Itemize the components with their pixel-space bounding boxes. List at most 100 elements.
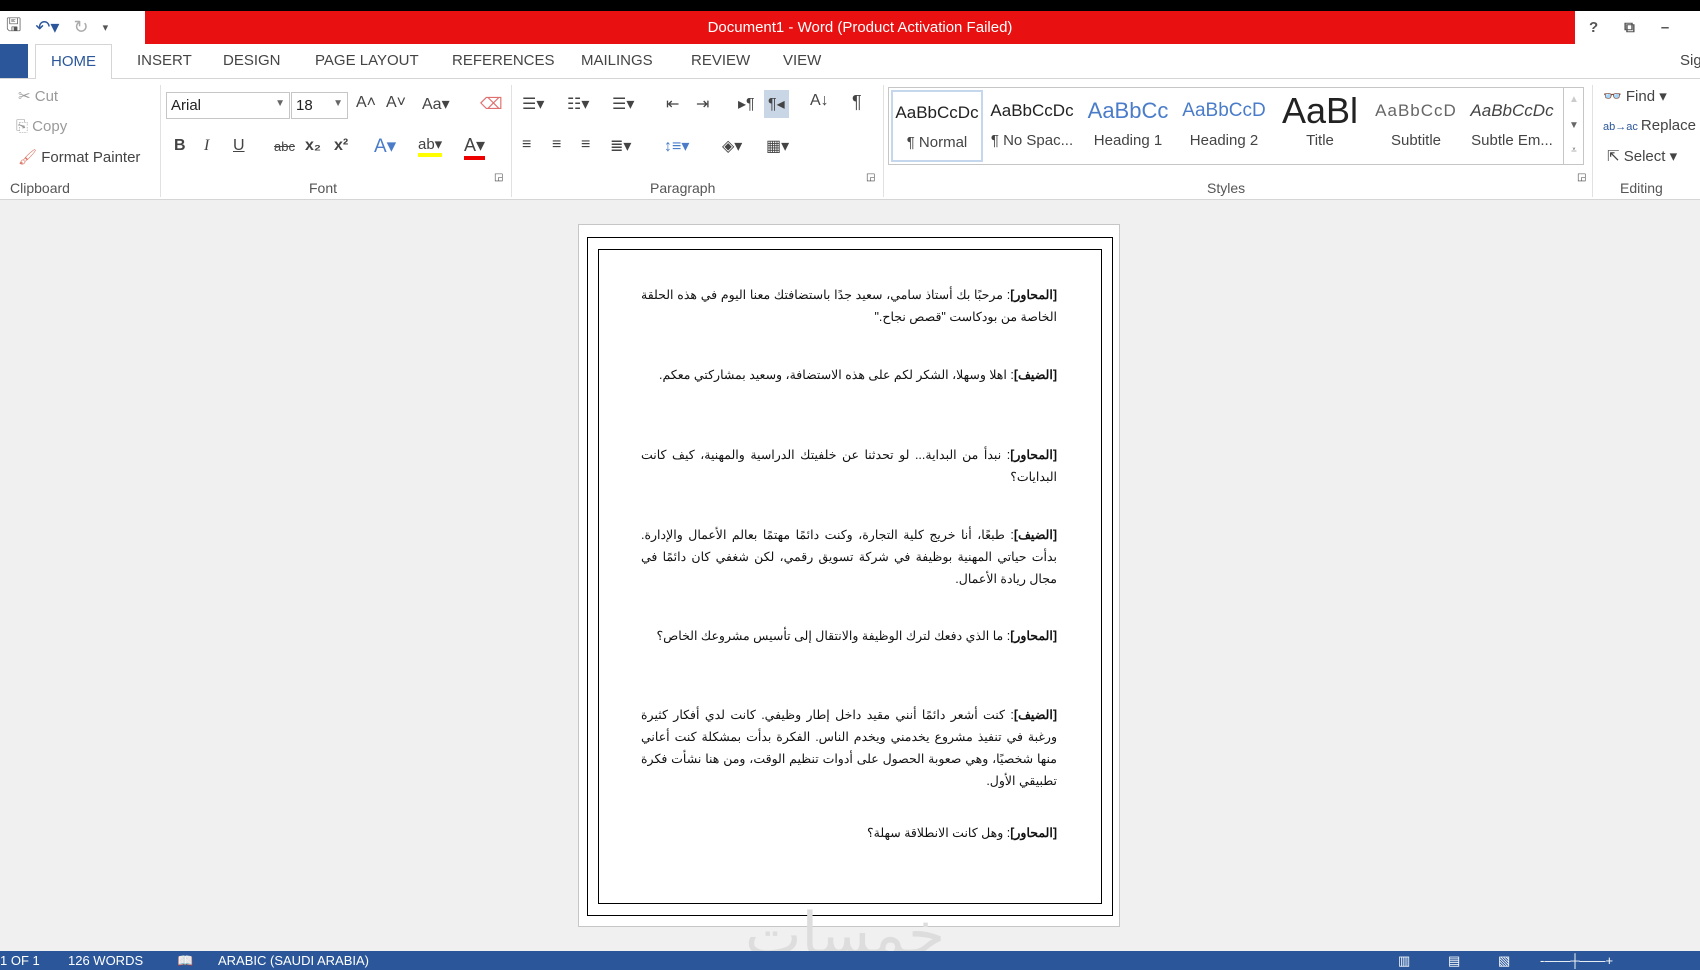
speaker-label: [المحاور] bbox=[1010, 629, 1057, 643]
decrease-indent-icon[interactable]: ⇤ bbox=[666, 94, 679, 114]
change-case-label: Aa bbox=[422, 96, 442, 113]
cut-button[interactable]: ✂ Cut bbox=[18, 87, 58, 105]
copy-button[interactable]: ⎘ Copy bbox=[16, 118, 67, 135]
styles-gallery: AaBbCcDc ¶ Normal AaBbCcDc ¶ No Spac... Aa… bbox=[888, 87, 1584, 165]
save-icon[interactable]: 🖫 bbox=[6, 13, 21, 43]
undo-icon[interactable]: ↶▾ bbox=[35, 17, 59, 38]
borders-icon[interactable]: ▦▾ bbox=[766, 136, 789, 156]
read-mode-icon[interactable]: ▥ bbox=[1398, 953, 1410, 969]
replace-button[interactable]: ab→ac Replace bbox=[1603, 117, 1696, 134]
font-size-value: 18 bbox=[296, 97, 313, 114]
language-indicator[interactable]: ARABIC (SAUDI ARABIA) bbox=[218, 953, 369, 968]
scroll-down-icon[interactable]: ▼ bbox=[1564, 113, 1584, 139]
ribbon: ✂ Cut ⎘ Copy 🖌 Format Painter Clipboard … bbox=[0, 79, 1700, 200]
ribbon-display-button[interactable]: ⧉ bbox=[1624, 19, 1635, 36]
tab-page-layout[interactable]: PAGE LAYOUT bbox=[315, 52, 419, 69]
multilevel-list-icon[interactable]: ☰▾ bbox=[612, 94, 634, 114]
chevron-down-icon: ▼ bbox=[275, 98, 285, 109]
web-layout-icon[interactable]: ▧ bbox=[1498, 953, 1510, 969]
line-spacing-icon[interactable]: ↕≡▾ bbox=[664, 136, 689, 156]
style-heading-1[interactable]: AaBbCc Heading 1 bbox=[1082, 90, 1174, 162]
style-preview: AaBbCcDc bbox=[1470, 101, 1554, 120]
customize-qat-icon[interactable]: ▾ bbox=[103, 21, 109, 34]
document-page[interactable]: [المحاور]: مرحبًا بك أستاذ سامي، سعيد جد… bbox=[578, 224, 1120, 927]
styles-gallery-scroll[interactable]: ▲ ▼ ⩡ bbox=[1563, 87, 1584, 165]
style-normal[interactable]: AaBbCcDc ¶ Normal bbox=[891, 90, 983, 162]
font-color-icon[interactable]: A▾ bbox=[464, 135, 486, 160]
tab-design[interactable]: DESIGN bbox=[223, 52, 281, 69]
underline-button[interactable]: U bbox=[233, 137, 245, 155]
style-name: Heading 2 bbox=[1189, 132, 1259, 149]
text-effects-icon[interactable]: A▾ bbox=[374, 135, 396, 158]
tab-references[interactable]: REFERENCES bbox=[452, 52, 555, 69]
style-subtle-emphasis[interactable]: AaBbCcDc Subtle Em... bbox=[1466, 90, 1558, 162]
speaker-label: [المحاور] bbox=[1010, 288, 1057, 302]
find-button[interactable]: 👓 Find ▾ bbox=[1603, 87, 1667, 105]
grow-font-icon[interactable]: A˄ bbox=[356, 94, 376, 112]
style-no-spacing[interactable]: AaBbCcDc ¶ No Spac... bbox=[986, 90, 1078, 162]
align-right-icon[interactable]: ≡ bbox=[581, 136, 590, 154]
style-name: Subtitle bbox=[1390, 132, 1442, 149]
show-formatting-icon[interactable]: ¶ bbox=[852, 92, 862, 113]
proofing-icon[interactable]: 📖 bbox=[177, 953, 193, 969]
minimize-button[interactable]: – bbox=[1661, 19, 1669, 36]
select-button[interactable]: ⇱ Select ▾ bbox=[1607, 147, 1677, 165]
change-case-button[interactable]: Aa▾ bbox=[422, 94, 450, 114]
help-button[interactable]: ? bbox=[1589, 19, 1598, 36]
clear-formatting-icon[interactable]: ⌫ bbox=[480, 94, 503, 114]
dialog-launcher-icon[interactable]: ◲ bbox=[1577, 172, 1586, 183]
align-left-icon[interactable]: ≡ bbox=[522, 136, 531, 154]
style-subtitle[interactable]: AaBbCcD Subtitle bbox=[1370, 90, 1462, 162]
style-name: Subtle Em... bbox=[1471, 132, 1553, 149]
scroll-up-icon[interactable]: ▲ bbox=[1564, 87, 1584, 113]
paragraph-text: : اهلا وسهلا، الشكر لكم على هذه الاستضاف… bbox=[659, 368, 1014, 382]
shading-icon[interactable]: ◈▾ bbox=[722, 136, 742, 156]
ltr-icon[interactable]: ▸¶ bbox=[738, 94, 755, 114]
increase-indent-icon[interactable]: ⇥ bbox=[696, 94, 709, 114]
numbering-icon[interactable]: ☷▾ bbox=[567, 94, 589, 114]
tab-mailings[interactable]: MAILINGS bbox=[581, 52, 653, 69]
style-preview: AaBbCcDc bbox=[895, 103, 979, 122]
more-styles-icon[interactable]: ⩡ bbox=[1564, 139, 1584, 163]
tab-insert[interactable]: INSERT bbox=[137, 52, 192, 69]
dialogue-paragraph: [المحاور]: وهل كانت الانطلاقة سهلة؟ bbox=[641, 822, 1057, 844]
style-title[interactable]: AaBl Title bbox=[1274, 90, 1366, 162]
paragraph-text: : كنت أشعر دائمًا أنني مقيد داخل إطار وظ… bbox=[641, 708, 1057, 788]
strikethrough-button[interactable]: abc bbox=[274, 139, 295, 154]
justify-icon[interactable]: ≣▾ bbox=[610, 136, 631, 156]
tab-review[interactable]: REVIEW bbox=[691, 52, 750, 69]
style-preview: AaBbCc bbox=[1087, 98, 1169, 123]
speaker-label: [الضيف] bbox=[1013, 528, 1057, 542]
format-painter-button[interactable]: 🖌 Format Painter bbox=[18, 148, 140, 166]
style-heading-2[interactable]: AaBbCcD Heading 2 bbox=[1178, 90, 1270, 162]
speaker-label: [الضيف] bbox=[1013, 708, 1057, 722]
highlight-icon[interactable]: ab▾ bbox=[418, 135, 443, 157]
font-size-combo[interactable]: 18 ▼ bbox=[291, 92, 348, 119]
sign-in-link[interactable]: Sig bbox=[1680, 52, 1700, 69]
dialog-launcher-icon[interactable]: ◲ bbox=[866, 172, 875, 183]
bold-button[interactable]: B bbox=[174, 137, 186, 155]
style-preview: AaBbCcDc bbox=[990, 101, 1074, 120]
rtl-icon[interactable]: ¶◂ bbox=[764, 90, 789, 118]
bullets-icon[interactable]: ☰▾ bbox=[522, 94, 544, 114]
tab-home[interactable]: HOME bbox=[35, 44, 112, 79]
dialogue-paragraph: [المحاور]: ما الذي دفعك لترك الوظيفة وال… bbox=[641, 625, 1057, 647]
page-count[interactable]: 1 OF 1 bbox=[0, 953, 40, 968]
zoom-slider[interactable]: -——┼——+ bbox=[1540, 953, 1613, 968]
align-center-icon[interactable]: ≡ bbox=[552, 136, 561, 154]
paintbrush-icon: 🖌 bbox=[18, 149, 42, 166]
italic-button[interactable]: I bbox=[204, 137, 209, 155]
tab-view[interactable]: VIEW bbox=[783, 52, 821, 69]
redo-icon[interactable]: ↻ bbox=[73, 17, 88, 38]
word-count[interactable]: 126 WORDS bbox=[68, 953, 143, 968]
shrink-font-icon[interactable]: A˅ bbox=[386, 94, 406, 112]
subscript-button[interactable]: x₂ bbox=[305, 137, 321, 155]
format-painter-label: Format Painter bbox=[41, 149, 141, 166]
superscript-button[interactable]: x² bbox=[334, 137, 348, 155]
file-tab[interactable] bbox=[0, 44, 28, 78]
font-name-combo[interactable]: Arial ▼ bbox=[166, 92, 290, 119]
dialog-launcher-icon[interactable]: ◲ bbox=[494, 172, 503, 183]
style-preview: AaBbCcD bbox=[1182, 100, 1266, 121]
sort-icon[interactable]: A↓ bbox=[810, 92, 829, 110]
print-layout-icon[interactable]: ▤ bbox=[1448, 953, 1460, 969]
